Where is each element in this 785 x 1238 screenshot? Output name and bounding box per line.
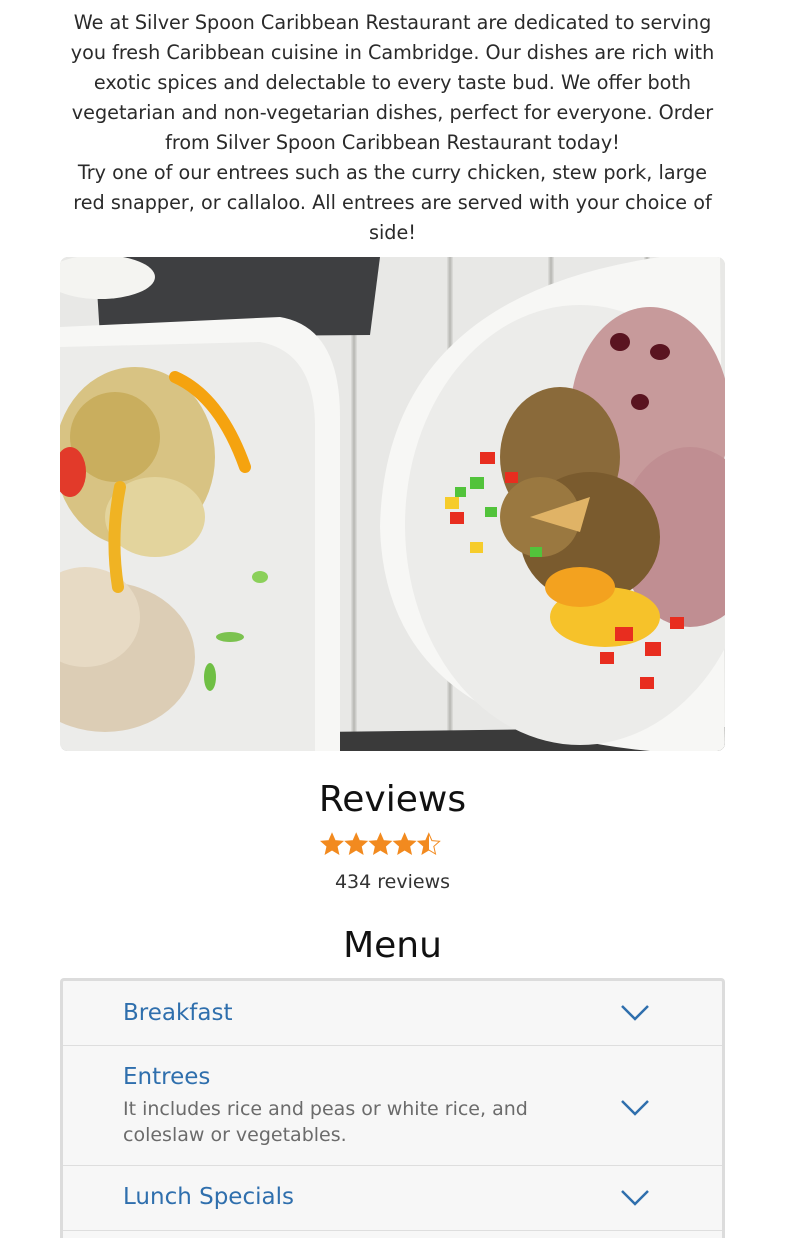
star-icon: [416, 832, 441, 856]
menu-heading: Menu: [343, 925, 442, 966]
star-icon: [392, 832, 417, 856]
review-count[interactable]: 434 reviews: [0, 868, 785, 896]
star-icon: [344, 832, 369, 856]
reviews-heading: Reviews: [318, 779, 467, 820]
intro-text: We at Silver Spoon Caribbean Restaurant …: [60, 8, 725, 248]
menu-section-name[interactable]: Lunch Specials: [123, 1182, 612, 1212]
menu-section-name[interactable]: Breakfast: [123, 998, 612, 1028]
chevron-down-icon[interactable]: [620, 1099, 650, 1117]
chevron-down-icon[interactable]: [620, 1189, 650, 1207]
menu-section-lunch-specials[interactable]: Lunch Specials: [63, 1166, 722, 1231]
menu-accordion: Breakfast Entrees It includes rice and p…: [60, 978, 725, 1238]
menu-section-breakfast[interactable]: Breakfast: [63, 981, 722, 1046]
menu-section-name[interactable]: Entrees: [123, 1062, 612, 1092]
star-icon: [320, 832, 345, 856]
menu-section-entrees[interactable]: Entrees It includes rice and peas or whi…: [63, 1046, 722, 1166]
rating-stars: [0, 830, 785, 860]
intro-paragraph-1: We at Silver Spoon Caribbean Restaurant …: [70, 11, 715, 154]
food-photo-illustration: [60, 257, 725, 751]
star-rating-graphic: [320, 832, 441, 856]
menu-section-description: It includes rice and peas or white rice,…: [123, 1098, 528, 1146]
star-icon: [368, 832, 393, 856]
intro-paragraph-2: Try one of our entrees such as the curry…: [73, 161, 712, 244]
hero-food-image: [60, 257, 725, 751]
chevron-down-icon[interactable]: [620, 1004, 650, 1022]
